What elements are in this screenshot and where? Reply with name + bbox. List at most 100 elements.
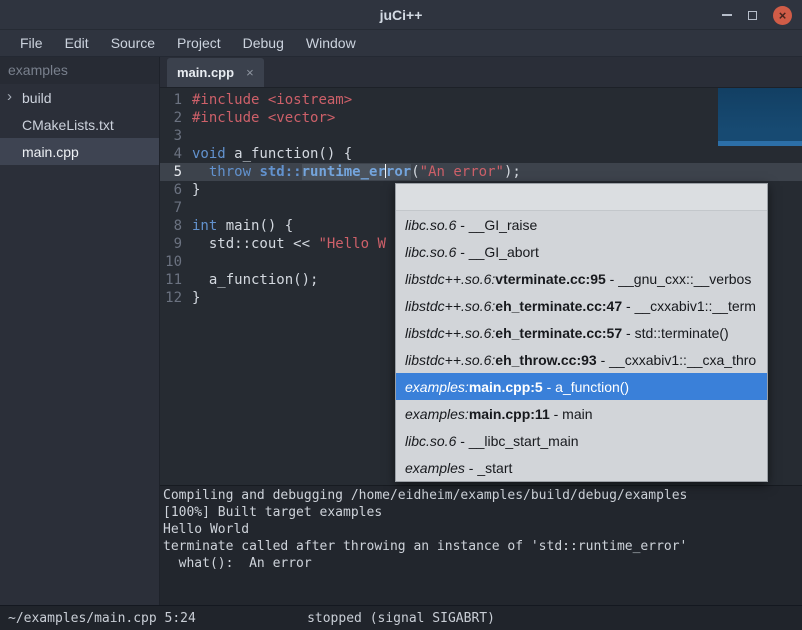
line-number: 2 <box>160 109 182 127</box>
code-segment: <vector> <box>268 110 335 126</box>
code-segment <box>259 92 267 108</box>
terminal-line: terminate called after throwing an insta… <box>163 538 799 555</box>
window-controls: × <box>722 0 792 30</box>
frame-module: libstdc++.so.6: <box>405 298 495 314</box>
frame-function: - a_function() <box>543 379 629 395</box>
line-number: 5 <box>160 163 182 181</box>
menubar: FileEditSourceProjectDebugWindow <box>0 30 802 57</box>
frame-popup: libc.so.6 - __GI_raiselibc.so.6 - __GI_a… <box>395 183 768 482</box>
code-text: a_function(); <box>192 272 318 288</box>
code-segment: void <box>192 146 226 162</box>
code-text: int main() { <box>192 218 293 234</box>
menu-debug[interactable]: Debug <box>232 30 295 56</box>
frame-function: - _start <box>465 460 512 476</box>
tree-item-main-cpp[interactable]: main.cpp <box>0 138 159 165</box>
frame-function: - __libc_start_main <box>456 433 578 449</box>
code-segment: ror <box>386 164 411 180</box>
code-segment: int <box>192 218 217 234</box>
code-segment: runtime_er <box>302 164 386 180</box>
code-text: void a_function() { <box>192 146 352 162</box>
code-segment: "An error" <box>420 164 504 180</box>
frame-module: examples <box>405 460 465 476</box>
frame-popup-header <box>396 184 767 211</box>
code-text: std::cout << "Hello W <box>192 236 386 252</box>
frame-row[interactable]: examples:main.cpp:5 - a_function() <box>396 373 767 400</box>
line-number: 10 <box>160 253 182 271</box>
window-title: juCi++ <box>380 7 423 23</box>
frame-module: libstdc++.so.6: <box>405 271 495 287</box>
project-name: examples <box>0 57 159 84</box>
code-segment: main() { <box>217 218 293 234</box>
tree-item-label: CMakeLists.txt <box>22 117 114 133</box>
frame-module: libstdc++.so.6: <box>405 325 495 341</box>
frame-function: - __GI_raise <box>456 217 537 233</box>
tree-item-cmakelists-txt[interactable]: CMakeLists.txt <box>0 111 159 138</box>
chevron-right-icon[interactable]: › <box>7 84 12 111</box>
frame-module: libc.so.6 <box>405 433 456 449</box>
frame-row[interactable]: examples - _start <box>396 454 767 481</box>
line-number: 3 <box>160 127 182 145</box>
statusbar: stopped (signal SIGABRT) ~/examples/main… <box>0 605 802 630</box>
tab-close-icon[interactable]: × <box>246 65 254 80</box>
code-segment <box>192 164 209 180</box>
titlebar[interactable]: juCi++ × <box>0 0 802 30</box>
code-segment <box>259 110 267 126</box>
frame-module: examples: <box>405 406 469 422</box>
code-text: #include <vector> <box>192 110 335 126</box>
frame-location: main.cpp:11 <box>469 406 550 422</box>
code-text: } <box>192 182 200 198</box>
frame-row[interactable]: libstdc++.so.6:vterminate.cc:95 - __gnu_… <box>396 265 767 292</box>
code-text: throw std::runtime_error("An error"); <box>192 164 521 180</box>
menu-project[interactable]: Project <box>166 30 232 56</box>
frame-row[interactable]: libc.so.6 - __GI_abort <box>396 238 767 265</box>
terminal[interactable]: Compiling and debugging /home/eidheim/ex… <box>160 485 802 605</box>
restore-icon[interactable] <box>748 11 757 20</box>
tab-main-cpp[interactable]: main.cpp × <box>167 58 264 87</box>
frame-row[interactable]: libstdc++.so.6:eh_throw.cc:93 - __cxxabi… <box>396 346 767 373</box>
code-line: 4 void a_function() { <box>160 145 802 163</box>
code-segment: throw <box>209 164 251 180</box>
frame-function: - main <box>550 406 593 422</box>
line-number: 12 <box>160 289 182 307</box>
code-segment: ( <box>411 164 419 180</box>
tab-label: main.cpp <box>177 65 234 80</box>
code-segment: std:: <box>259 164 301 180</box>
frame-module: libc.so.6 <box>405 217 456 233</box>
file-position: ~/examples/main.cpp 5:24 <box>8 611 196 626</box>
code-segment: <iostream> <box>268 92 352 108</box>
frame-module: examples: <box>405 379 469 395</box>
terminal-line: [100%] Built target examples <box>163 504 799 521</box>
minimize-icon[interactable] <box>722 14 732 16</box>
code-text: #include <iostream> <box>192 92 352 108</box>
frame-row[interactable]: libstdc++.so.6:eh_terminate.cc:47 - __cx… <box>396 292 767 319</box>
line-number: 4 <box>160 145 182 163</box>
tree-item-label: build <box>22 90 52 106</box>
line-number: 6 <box>160 181 182 199</box>
frame-row[interactable]: libstdc++.so.6:eh_terminate.cc:57 - std:… <box>396 319 767 346</box>
menu-edit[interactable]: Edit <box>54 30 100 56</box>
menu-window[interactable]: Window <box>295 30 367 56</box>
frame-location: main.cpp:5 <box>469 379 543 395</box>
code-line: 3 <box>160 127 802 145</box>
frame-row[interactable]: libc.so.6 - __libc_start_main <box>396 427 767 454</box>
code-segment: a_function() { <box>226 146 352 162</box>
terminal-line: Hello World <box>163 521 799 538</box>
line-number: 8 <box>160 217 182 235</box>
file-tree: › build CMakeLists.txt main.cpp <box>0 84 159 165</box>
line-number: 11 <box>160 271 182 289</box>
tree-item-build[interactable]: › build <box>0 84 159 111</box>
code-segment: "Hello W <box>318 236 385 252</box>
tree-item-label: main.cpp <box>22 144 79 160</box>
frame-row[interactable]: libc.so.6 - __GI_raise <box>396 211 767 238</box>
frame-row[interactable]: examples:main.cpp:11 - main <box>396 400 767 427</box>
terminal-line: what(): An error <box>163 555 799 572</box>
frame-module: libstdc++.so.6: <box>405 352 495 368</box>
frame-function: - __cxxabiv1::__term <box>622 298 756 314</box>
code-line: 5 throw std::runtime_error("An error"); <box>160 163 802 181</box>
frame-location: eh_terminate.cc:57 <box>495 325 622 341</box>
menu-file[interactable]: File <box>9 30 54 56</box>
close-icon[interactable]: × <box>773 6 792 25</box>
frame-function: - __cxxabiv1::__cxa_thro <box>597 352 757 368</box>
menu-source[interactable]: Source <box>100 30 166 56</box>
sidebar: examples › build CMakeLists.txt main.cpp <box>0 57 160 605</box>
